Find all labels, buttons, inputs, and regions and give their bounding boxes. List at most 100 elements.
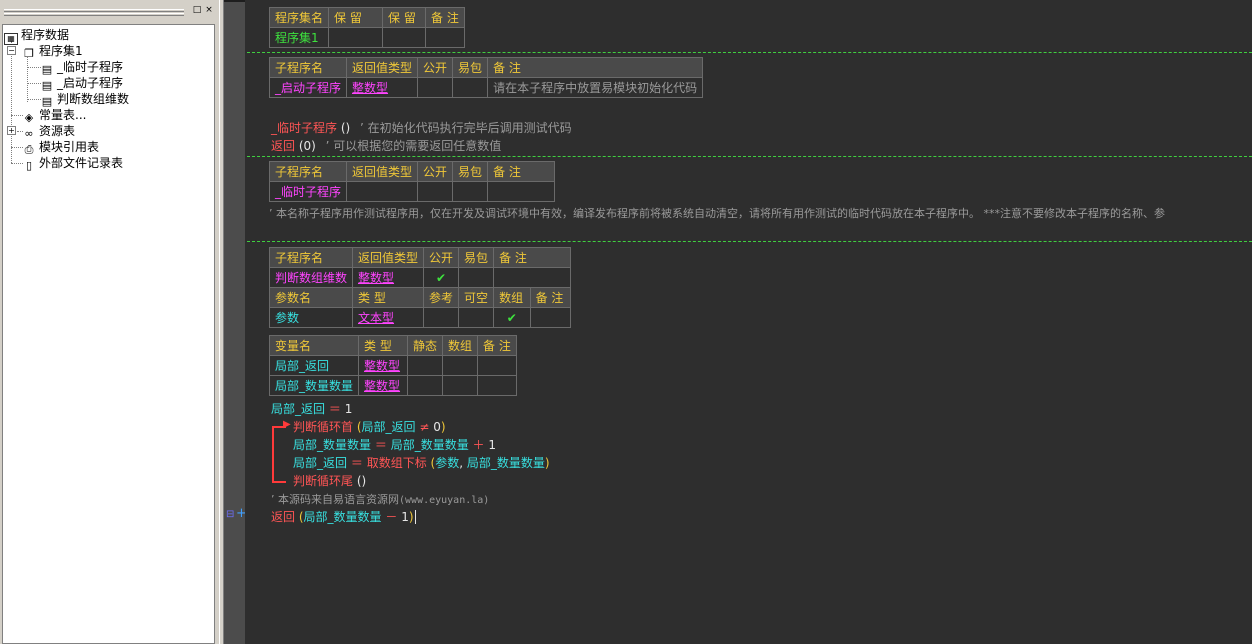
code-line[interactable]: 局部_数量数量 ＝ 局部_数量数量 ＋ 1: [293, 436, 496, 454]
close-button[interactable]: ×: [204, 5, 214, 15]
tree-line: [27, 83, 41, 84]
table-header: 可空: [458, 287, 495, 308]
return-keyword: 返回: [271, 510, 296, 524]
remark-cell[interactable]: [487, 181, 556, 202]
program-tree[interactable]: ▦ 程序数据 − ❐ 程序集1 ▤ _临时子程序 ▤ _启动子程序 ▤ 判断数组维数 ◈ 常…: [2, 24, 215, 644]
remark-cell[interactable]: [493, 267, 572, 288]
sub-name-cell[interactable]: _临时子程序: [268, 181, 348, 202]
return-type-cell[interactable]: 整数型: [352, 267, 425, 288]
file-record-icon: ▯: [25, 159, 33, 172]
code-line[interactable]: 判断循环尾 (): [293, 472, 366, 490]
param-type-cell[interactable]: 文本型: [352, 307, 425, 328]
startup-sub-table: 子程序名 返回值类型 公开 易包 备 注 _启动子程序 整数型 请在本子程序中放…: [268, 57, 704, 98]
tree-resources[interactable]: ∞ 资源表: [22, 123, 76, 140]
variable: 局部_数量数量: [390, 438, 469, 452]
table-header: 公开: [423, 247, 460, 268]
easy-pack-cell[interactable]: [452, 77, 489, 98]
program-set-name[interactable]: 程序集1: [268, 27, 330, 48]
panel-grip[interactable]: [4, 13, 184, 16]
array-check-icon[interactable]: ✔: [493, 307, 531, 328]
code-comment: ’ 可以根据您的需要返回任意数值: [325, 139, 502, 153]
param-ref-cell[interactable]: [423, 307, 460, 328]
tree-module-refs[interactable]: ⎙ 模块引用表: [22, 139, 99, 156]
code-line[interactable]: 局部_返回 ＝ 1: [271, 400, 352, 418]
text-cursor: [414, 510, 416, 524]
var-name-cell[interactable]: 局部_数量数量: [268, 375, 360, 396]
sub-name-cell[interactable]: 判断数组维数: [268, 267, 354, 288]
argument: 局部_数量数量: [466, 456, 545, 470]
public-check-icon[interactable]: ✔: [423, 267, 460, 288]
table-header: 变量名: [268, 335, 360, 356]
param-name-cell[interactable]: 参数: [268, 307, 354, 328]
return-type-cell[interactable]: 整数型: [346, 77, 419, 98]
var-type-cell[interactable]: 整数型: [358, 375, 409, 396]
function-name: 取数组下标: [366, 456, 427, 470]
table-cell[interactable]: [382, 27, 427, 48]
table-header: 返回值类型: [346, 57, 419, 78]
tree-resources-label: 资源表: [39, 124, 76, 138]
tree-sub-label: _启动子程序: [57, 76, 124, 90]
tree-sub-temp[interactable]: ▤ _临时子程序: [40, 59, 124, 76]
code-editor[interactable]: 程序集名 保 留 保 留 备 注 程序集1 子程序名 返回值类型 公开 易包 备…: [245, 0, 1252, 644]
table-header: 备 注: [493, 247, 572, 268]
paren: ): [544, 456, 550, 470]
tree-line: [27, 99, 41, 100]
code-line[interactable]: 判断循环首 (局部_返回 ≠ 0): [293, 418, 446, 436]
tree-sub-startup[interactable]: ▤ _启动子程序: [40, 75, 124, 92]
code-line[interactable]: 返回 (局部_数量数量 － 1): [271, 508, 416, 526]
expand-toggle[interactable]: +: [7, 126, 16, 135]
var-array-cell[interactable]: [442, 375, 479, 396]
return-type-cell[interactable]: [346, 181, 419, 202]
return-keyword: 返回: [271, 139, 296, 153]
var-array-cell[interactable]: [442, 355, 479, 376]
tree-line: [27, 67, 41, 68]
table-cell[interactable]: [328, 27, 384, 48]
var-remark-cell[interactable]: [477, 355, 517, 376]
collapse-toggle[interactable]: −: [7, 46, 16, 55]
code-line[interactable]: 局部_返回 ＝ 取数组下标 (参数, 局部_数量数量): [293, 454, 550, 472]
table-header: 易包: [458, 247, 495, 268]
loop-tail-keyword: 判断循环尾: [293, 474, 354, 488]
param-remark-cell[interactable]: [529, 307, 572, 328]
dim-sub-table: 子程序名 返回值类型 公开 易包 备 注 判断数组维数 整数型 ✔ 参数名 类 …: [268, 247, 572, 328]
var-static-cell[interactable]: [407, 355, 444, 376]
loop-arrow-icon: ▶: [283, 419, 291, 430]
var-type-cell[interactable]: 整数型: [358, 355, 409, 376]
remark-cell[interactable]: 请在本子程序中放置易模块初始化代码: [487, 77, 704, 98]
tree-root[interactable]: ▦ 程序数据: [4, 27, 69, 45]
code-comment-line[interactable]: ’ 本名称子程序用作测试程序用，仅在开发及调试环境中有效，编译发布程序前将被系统…: [269, 205, 1165, 223]
tree-constants[interactable]: ◈ 常量表...: [22, 107, 87, 124]
var-remark-cell[interactable]: [477, 375, 517, 396]
panel-grip[interactable]: [4, 9, 184, 12]
public-cell[interactable]: [417, 181, 454, 202]
table-header: 返回值类型: [346, 161, 419, 182]
table-header: 数组: [442, 335, 479, 356]
tree-sub-label: _临时子程序: [57, 60, 124, 74]
restore-button[interactable]: □: [192, 5, 202, 15]
paren: ): [440, 420, 446, 434]
sub-name-cell[interactable]: _启动子程序: [268, 77, 348, 98]
public-cell[interactable]: [417, 77, 454, 98]
call-temp-sub: _临时子程序: [271, 121, 338, 135]
argument: 参数: [435, 456, 460, 470]
tree-sub-dim[interactable]: ▤ 判断数组维数: [40, 91, 129, 108]
var-static-cell[interactable]: [407, 375, 444, 396]
code-line[interactable]: _临时子程序 () ’ 在初始化代码执行完毕后调用测试代码: [271, 119, 572, 137]
easy-pack-cell[interactable]: [452, 181, 489, 202]
code-line[interactable]: 返回 (0) ’ 可以根据您的需要返回任意数值: [271, 137, 501, 155]
temp-sub-table: 子程序名 返回值类型 公开 易包 备 注 _临时子程序: [268, 161, 556, 202]
table-header: 备 注: [487, 161, 556, 182]
table-cell[interactable]: [425, 27, 465, 48]
table-header: 易包: [452, 161, 489, 182]
tree-external-files[interactable]: ▯ 外部文件记录表: [22, 155, 124, 172]
table-header: 类 型: [358, 335, 409, 356]
tree-external-files-label: 外部文件记录表: [39, 156, 124, 170]
program-set-icon: ❐: [24, 47, 34, 60]
code-comment-line[interactable]: ’ 本源码来自易语言资源网(www.eyuyan.la): [271, 490, 489, 508]
table-header: 公开: [417, 57, 454, 78]
table-header: 参考: [423, 287, 460, 308]
var-name-cell[interactable]: 局部_返回: [268, 355, 360, 376]
param-nullable-cell[interactable]: [458, 307, 495, 328]
easy-pack-cell[interactable]: [458, 267, 495, 288]
tree-program-set[interactable]: ❐ 程序集1: [22, 43, 83, 60]
